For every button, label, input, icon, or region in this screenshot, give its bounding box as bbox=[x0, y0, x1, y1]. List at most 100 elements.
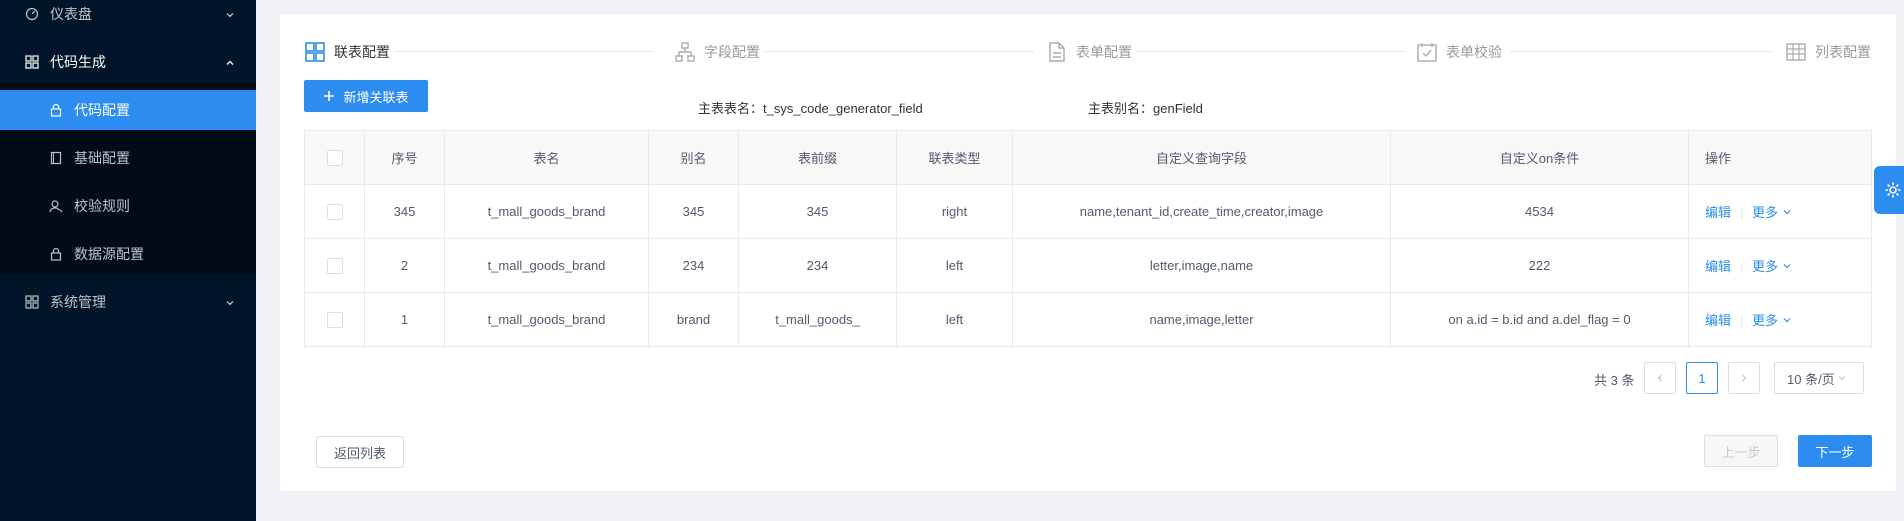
pagination-total: 共 3 条 bbox=[1594, 373, 1635, 388]
cell-join-type: left bbox=[896, 292, 1013, 347]
grid-icon bbox=[304, 41, 326, 63]
column-header: 联表类型 bbox=[896, 130, 1013, 185]
cell-alias: brand bbox=[648, 292, 739, 347]
sidebar-item-dashboard[interactable]: 仪表盘 bbox=[0, 0, 256, 34]
main-alias-key: 主表别名： bbox=[1088, 101, 1154, 116]
sidebar-item-datasource-config[interactable]: 数据源配置 bbox=[0, 234, 256, 274]
step-label: 表单校验 bbox=[1446, 44, 1502, 60]
table-row: 2 t_mall_goods_brand 234 234 left letter… bbox=[304, 238, 1872, 293]
more-dropdown[interactable]: 更多 bbox=[1752, 259, 1792, 274]
more-dropdown[interactable]: 更多 bbox=[1752, 205, 1792, 220]
cell-table-name: t_mall_goods_brand bbox=[444, 292, 649, 347]
edit-link[interactable]: 编辑 bbox=[1705, 313, 1731, 328]
page-size-select[interactable]: 10 条/页 bbox=[1774, 362, 1864, 394]
cell-on-condition: 4534 bbox=[1390, 184, 1689, 239]
column-header: 表前缀 bbox=[738, 130, 897, 185]
action-divider bbox=[1741, 315, 1743, 328]
cell-on-condition: on a.id = b.id and a.del_flag = 0 bbox=[1390, 292, 1689, 347]
column-header: 别名 bbox=[648, 130, 739, 185]
file-icon bbox=[1046, 41, 1068, 63]
step-join-config[interactable]: 联表配置 bbox=[304, 40, 390, 64]
chevron-down-icon bbox=[1782, 205, 1792, 220]
column-header: 操作 bbox=[1688, 130, 1872, 185]
more-label: 更多 bbox=[1752, 259, 1779, 274]
cell-fields: letter,image,name bbox=[1012, 238, 1391, 293]
calendar-check-icon bbox=[1416, 41, 1438, 63]
table-header-row: 序号 表名 别名 表前缀 联表类型 自定义查询字段 自定义on条件 操作 bbox=[304, 130, 1872, 185]
next-page-button[interactable] bbox=[1728, 362, 1760, 394]
select-all-checkbox[interactable] bbox=[326, 149, 343, 166]
step-divider bbox=[1510, 51, 1772, 52]
cell-actions: 编辑 更多 bbox=[1688, 292, 1872, 347]
main-table-alias: 主表别名：genField bbox=[1088, 98, 1203, 117]
table-row: 1 t_mall_goods_brand brand t_mall_goods_… bbox=[304, 292, 1872, 347]
prev-step-button[interactable]: 上一步 bbox=[1704, 435, 1778, 467]
step-list-config[interactable]: 列表配置 bbox=[1785, 40, 1871, 64]
sidebar-item-label: 代码配置 bbox=[74, 102, 130, 118]
step-label: 联表配置 bbox=[334, 44, 390, 60]
step-field-config[interactable]: 字段配置 bbox=[674, 40, 760, 64]
cell-join-type: left bbox=[896, 238, 1013, 293]
user-search-icon bbox=[48, 198, 64, 214]
row-select-cell bbox=[304, 238, 365, 293]
prev-page-button[interactable] bbox=[1644, 362, 1676, 394]
sidebar: 仪表盘 代码生成 代码配置 基础配置 校验规则 数据源配置 系统管理 bbox=[0, 0, 256, 521]
join-table: 序号 表名 别名 表前缀 联表类型 自定义查询字段 自定义on条件 操作 345… bbox=[304, 130, 1872, 347]
row-select-cell bbox=[304, 184, 365, 239]
page-number-button[interactable]: 1 bbox=[1686, 362, 1718, 394]
chevron-down-icon bbox=[224, 296, 236, 308]
step-label: 表单配置 bbox=[1076, 44, 1132, 60]
row-checkbox[interactable] bbox=[326, 203, 343, 220]
chevron-down-icon bbox=[224, 8, 236, 20]
sidebar-item-system[interactable]: 系统管理 bbox=[0, 282, 256, 322]
sidebar-item-basic-config[interactable]: 基础配置 bbox=[0, 138, 256, 178]
add-join-table-label: 新增关联表 bbox=[343, 89, 409, 105]
sidebar-item-codegen[interactable]: 代码生成 bbox=[0, 42, 256, 82]
row-checkbox[interactable] bbox=[326, 311, 343, 328]
cell-alias: 345 bbox=[648, 184, 739, 239]
sidebar-item-validation-rules[interactable]: 校验规则 bbox=[0, 186, 256, 226]
sidebar-item-label: 代码生成 bbox=[50, 54, 106, 70]
grid-icon bbox=[24, 54, 40, 70]
cell-table-name: t_mall_goods_brand bbox=[444, 184, 649, 239]
step-divider bbox=[764, 51, 1034, 52]
step-form-config[interactable]: 表单配置 bbox=[1046, 40, 1132, 64]
cell-actions: 编辑 更多 bbox=[1688, 238, 1872, 293]
sidebar-item-label: 系统管理 bbox=[50, 294, 106, 310]
cell-no: 1 bbox=[364, 292, 445, 347]
edit-link[interactable]: 编辑 bbox=[1705, 259, 1731, 274]
table-row: 345 t_mall_goods_brand 345 345 right nam… bbox=[304, 184, 1872, 239]
sidebar-item-code-config[interactable]: 代码配置 bbox=[0, 90, 256, 130]
main-alias-value: genField bbox=[1153, 101, 1203, 116]
cell-prefix: 234 bbox=[738, 238, 897, 293]
settings-drawer-toggle[interactable] bbox=[1874, 166, 1904, 214]
action-divider bbox=[1741, 261, 1743, 274]
main-table-value: t_sys_code_generator_field bbox=[763, 101, 923, 116]
more-dropdown[interactable]: 更多 bbox=[1752, 313, 1792, 328]
sidebar-item-label: 仪表盘 bbox=[50, 6, 92, 22]
step-form-validation[interactable]: 表单校验 bbox=[1416, 40, 1502, 64]
next-step-button[interactable]: 下一步 bbox=[1798, 435, 1872, 467]
cell-no: 345 bbox=[364, 184, 445, 239]
cell-fields: name,tenant_id,create_time,creator,image bbox=[1012, 184, 1391, 239]
lock-icon bbox=[48, 246, 64, 262]
page-size-value: 10 条/页 bbox=[1787, 371, 1835, 387]
action-divider bbox=[1741, 207, 1743, 220]
add-join-table-button[interactable]: 新增关联表 bbox=[304, 80, 428, 112]
edit-link[interactable]: 编辑 bbox=[1705, 205, 1731, 220]
back-to-list-button[interactable]: 返回列表 bbox=[316, 436, 404, 468]
chevron-down-icon bbox=[1837, 373, 1847, 383]
book-icon bbox=[48, 150, 64, 166]
step-divider bbox=[394, 51, 654, 52]
sidebar-item-label: 数据源配置 bbox=[74, 246, 144, 262]
grid-icon bbox=[24, 294, 40, 310]
cell-actions: 编辑 更多 bbox=[1688, 184, 1872, 239]
chevron-left-icon bbox=[1655, 371, 1665, 386]
more-label: 更多 bbox=[1752, 313, 1779, 328]
cell-on-condition: 222 bbox=[1390, 238, 1689, 293]
cell-alias: 234 bbox=[648, 238, 739, 293]
row-checkbox[interactable] bbox=[326, 257, 343, 274]
lock-icon bbox=[48, 102, 64, 118]
select-all-cell bbox=[304, 130, 365, 185]
chevron-down-icon bbox=[1782, 259, 1792, 274]
